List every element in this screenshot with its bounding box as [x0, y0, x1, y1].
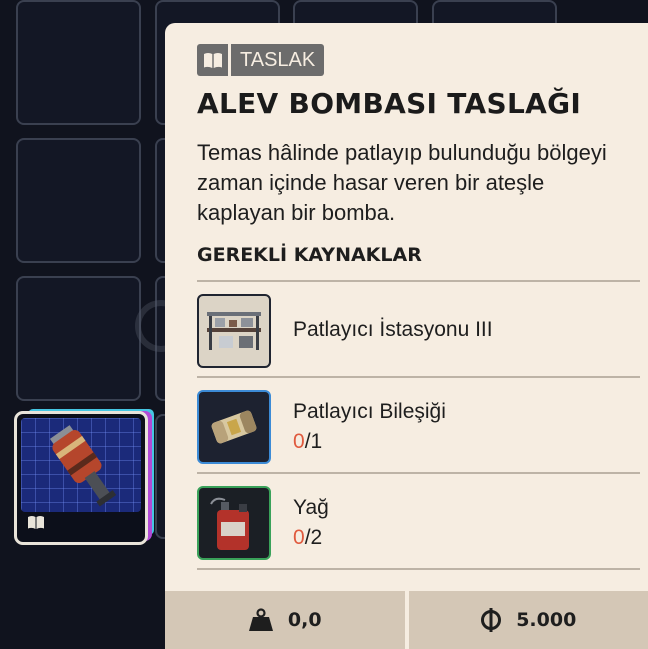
requirement-thumbnail — [197, 486, 271, 560]
requirement-name: Patlayıcı İstasyonu III — [293, 318, 493, 341]
item-detail-panel: TASLAK ALEV BOMBASI TASLAĞI Temas hâlind… — [165, 23, 648, 649]
price-value: 5.000 — [516, 609, 577, 631]
inventory-slot[interactable] — [16, 276, 141, 401]
required-count: 1 — [310, 430, 323, 453]
weight-cell: 0,0 — [165, 591, 405, 649]
requirement-count: 0/2 — [293, 526, 322, 550]
item-title: ALEV BOMBASI TASLAĞI — [197, 87, 582, 120]
requirement-name: Patlayıcı Bileşiği — [293, 400, 446, 423]
required-count: 2 — [310, 526, 323, 549]
item-type-label: TASLAK — [231, 44, 325, 76]
workbench-icon — [207, 312, 261, 350]
inventory-slot-selected[interactable] — [14, 411, 148, 545]
book-icon — [27, 515, 45, 534]
owned-count: 0 — [293, 430, 305, 453]
item-description: Temas hâlinde patlayıp bulunduğu bölgeyi… — [197, 140, 607, 225]
inventory-slot[interactable] — [16, 138, 141, 263]
item-footer: 0,0 5.000 — [165, 591, 648, 649]
fire-grenade-icon — [49, 425, 117, 507]
requirement-count: 0/1 — [293, 430, 322, 454]
inventory-slot[interactable] — [16, 0, 141, 125]
divider — [197, 568, 640, 570]
requirement-thumbnail — [197, 294, 271, 368]
requirement-thumbnail — [197, 390, 271, 464]
requirement-row: Patlayıcı İstasyonu III — [197, 280, 640, 374]
requirements-heading: GEREKLİ KAYNAKLAR — [197, 244, 422, 266]
compound-icon — [211, 410, 257, 444]
coin-icon — [481, 608, 502, 632]
book-icon — [197, 44, 228, 76]
weight-icon — [248, 608, 273, 631]
requirement-row: Yağ 0/2 — [197, 472, 640, 566]
item-type-tag: TASLAK — [197, 44, 325, 76]
weight-value: 0,0 — [287, 609, 322, 631]
requirement-row: Patlayıcı Bileşiği 0/1 — [197, 376, 640, 470]
oil-can-icon — [210, 497, 249, 550]
price-cell: 5.000 — [408, 591, 648, 649]
requirement-name: Yağ — [293, 496, 329, 519]
owned-count: 0 — [293, 526, 305, 549]
